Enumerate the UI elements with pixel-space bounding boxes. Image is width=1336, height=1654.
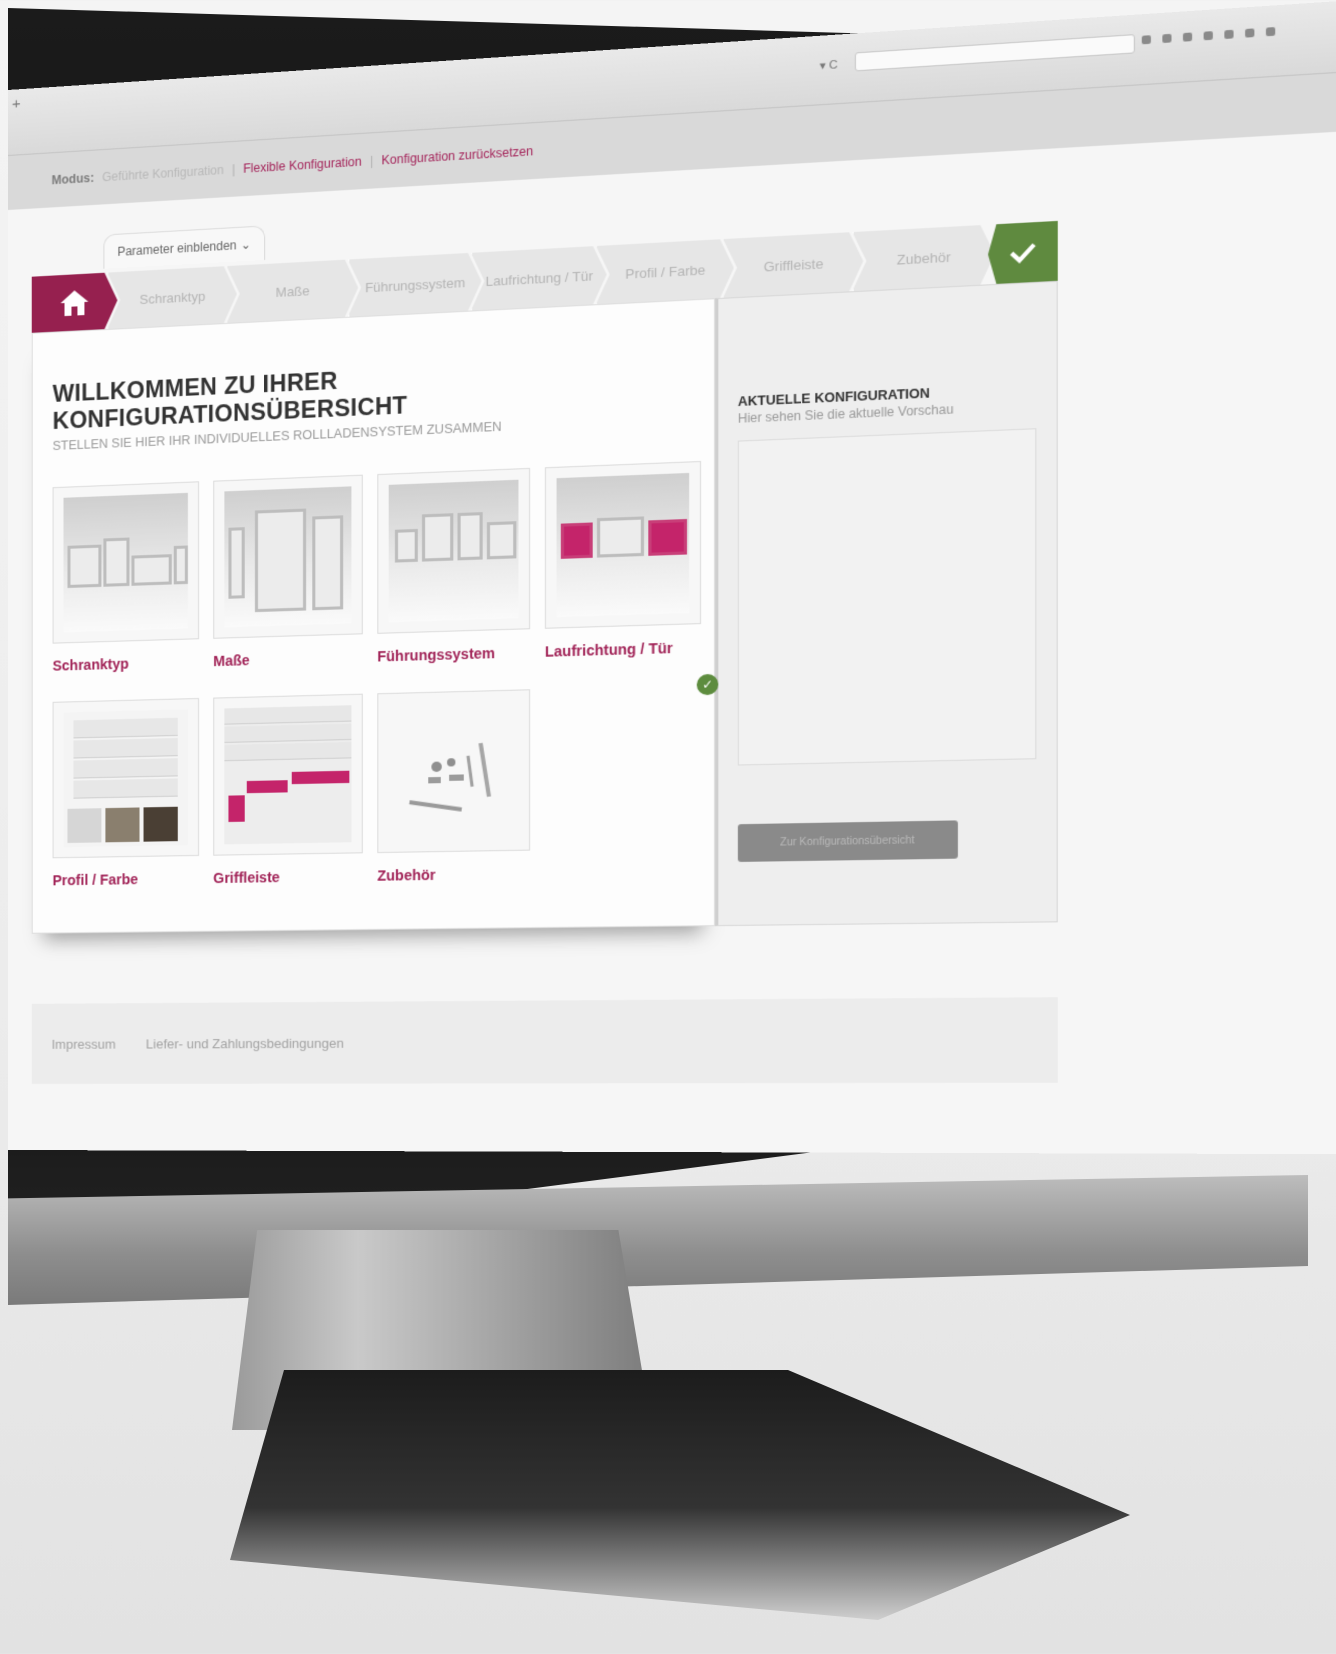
config-preview-area xyxy=(737,428,1037,766)
monitor: + ▾ C Modus: Geführte Konfiguration | Fl… xyxy=(0,0,1336,1654)
dimensions-image xyxy=(224,486,352,628)
tile-zubehoer[interactable]: Zubehör xyxy=(377,689,534,884)
footer: Impressum Liefer- und Zahlungsbedingunge… xyxy=(31,997,1058,1084)
to-overview-button[interactable]: Zur Konfigurationsübersicht xyxy=(737,820,958,862)
tile-label: Zubehör xyxy=(377,866,436,884)
profile-color-image xyxy=(63,709,188,848)
guidance-system-image xyxy=(388,479,519,623)
cabinet-type-image xyxy=(63,492,188,633)
home-step[interactable] xyxy=(32,272,118,333)
tile-image xyxy=(52,697,200,859)
tile-image xyxy=(52,481,200,644)
step-laufrichtung[interactable]: Laufrichtung / Tür xyxy=(471,245,607,310)
footer-link-terms[interactable]: Liefer- und Zahlungsbedingungen xyxy=(146,1035,344,1051)
parameter-toggle-label: Parameter einblenden xyxy=(117,237,237,259)
tile-label: Griffleiste xyxy=(213,868,280,887)
menu-icon[interactable] xyxy=(1265,27,1276,37)
home-browser-icon[interactable] xyxy=(1224,29,1234,40)
extension-icon[interactable] xyxy=(1245,28,1255,38)
content-row: WILLKOMMEN ZU IHRER KONFIGURATIONSÜBERSI… xyxy=(31,280,1058,934)
accessories-icon xyxy=(389,701,519,842)
tile-label: Maße xyxy=(213,651,250,670)
tile-image xyxy=(377,689,531,854)
step-fuehrungssystem[interactable]: Führungssystem xyxy=(348,252,482,317)
tile-masse[interactable]: Maße xyxy=(213,474,367,669)
tile-image xyxy=(377,467,531,634)
tile-label: Profil / Farbe xyxy=(52,871,139,889)
star-icon[interactable] xyxy=(1162,33,1172,44)
step-profil-farbe[interactable]: Profil / Farbe xyxy=(596,239,734,305)
tile-schranktyp[interactable]: Schranktyp xyxy=(52,481,204,674)
tile-image xyxy=(213,693,363,856)
accessories-image xyxy=(388,700,519,842)
handle-strip-image xyxy=(224,705,352,845)
step-schranktyp[interactable]: Schranktyp xyxy=(107,266,236,329)
parameter-toggle[interactable]: Parameter einblenden ⌄ xyxy=(103,225,266,269)
finish-step[interactable] xyxy=(988,221,1058,284)
tile-laufrichtung[interactable]: ✓ Laufrichtung / Tür xyxy=(544,460,719,696)
screen: + ▾ C Modus: Geführte Konfiguration | Fl… xyxy=(8,0,1336,1155)
step-zubehoer[interactable]: Zubehör xyxy=(852,224,994,291)
config-tiles: Schranktyp Maße Führungssystem ✓ Laufric… xyxy=(52,460,719,889)
new-tab-button[interactable]: + xyxy=(12,95,21,113)
flexible-config-link[interactable]: Flexible Konfiguration xyxy=(243,154,361,175)
tile-label: Laufrichtung / Tür xyxy=(544,639,673,660)
browser-search-input[interactable] xyxy=(854,34,1135,72)
download-icon[interactable] xyxy=(1203,31,1213,41)
tile-label: Führungssystem xyxy=(377,644,496,665)
current-config-panel: AKTUELLE KONFIGURATION Hier sehen Sie di… xyxy=(715,280,1058,927)
guided-config-link[interactable]: Geführte Konfiguration xyxy=(102,163,224,185)
tile-fuehrungssystem[interactable]: Führungssystem xyxy=(377,467,534,665)
tile-griffleiste[interactable]: Griffleiste xyxy=(213,693,367,887)
reset-config-link[interactable]: Konfiguration zurücksetzen xyxy=(382,144,534,168)
step-griffleiste[interactable]: Griffleiste xyxy=(723,231,863,297)
footer-link-impressum[interactable]: Impressum xyxy=(52,1036,116,1051)
step-masse[interactable]: Maße xyxy=(227,259,359,323)
tile-image xyxy=(544,460,702,629)
home-icon xyxy=(59,287,91,319)
direction-door-image xyxy=(556,472,690,618)
check-icon xyxy=(1009,241,1036,264)
chevron-down-icon: ⌄ xyxy=(240,236,251,252)
bookmarks-icon[interactable] xyxy=(1182,32,1193,42)
tile-image xyxy=(213,474,363,639)
monitor-stand-base xyxy=(230,1370,1130,1620)
refresh-icon[interactable]: ▾ C xyxy=(820,58,838,73)
tile-profil-farbe[interactable]: Profil / Farbe xyxy=(52,697,204,889)
tile-label: Schranktyp xyxy=(52,655,129,674)
mode-separator: | xyxy=(231,162,236,177)
search-icon[interactable] xyxy=(1141,35,1151,45)
page: Parameter einblenden ⌄ Schranktyp Maße F… xyxy=(8,162,1336,1084)
browser-toolbar-icons xyxy=(1141,27,1276,45)
mode-separator: | xyxy=(369,153,374,169)
overview-panel: WILLKOMMEN ZU IHRER KONFIGURATIONSÜBERSI… xyxy=(31,298,719,934)
mode-label: Modus: xyxy=(51,170,95,188)
